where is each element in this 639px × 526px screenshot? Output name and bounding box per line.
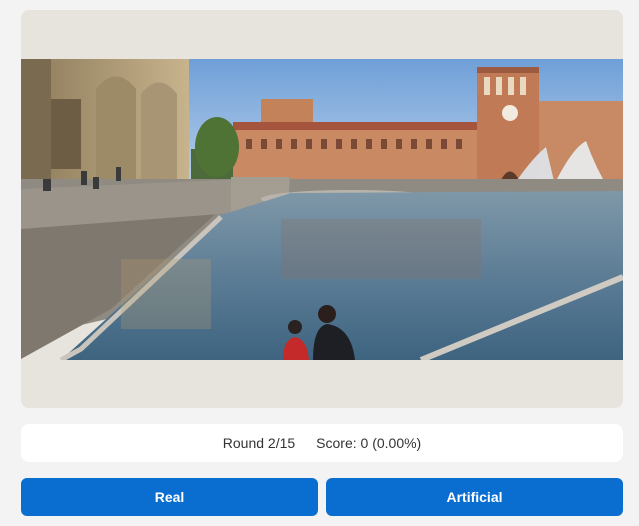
round-counter: Round 2/15 [222, 435, 296, 451]
score-display: Score: 0 (0.00%) [316, 435, 422, 451]
status-bar: Round 2/15 Score: 0 (0.00%) [21, 424, 623, 462]
artificial-button[interactable]: Artificial [326, 478, 623, 516]
real-button[interactable]: Real [21, 478, 318, 516]
image-card [21, 10, 623, 408]
scene-photo [21, 59, 623, 360]
